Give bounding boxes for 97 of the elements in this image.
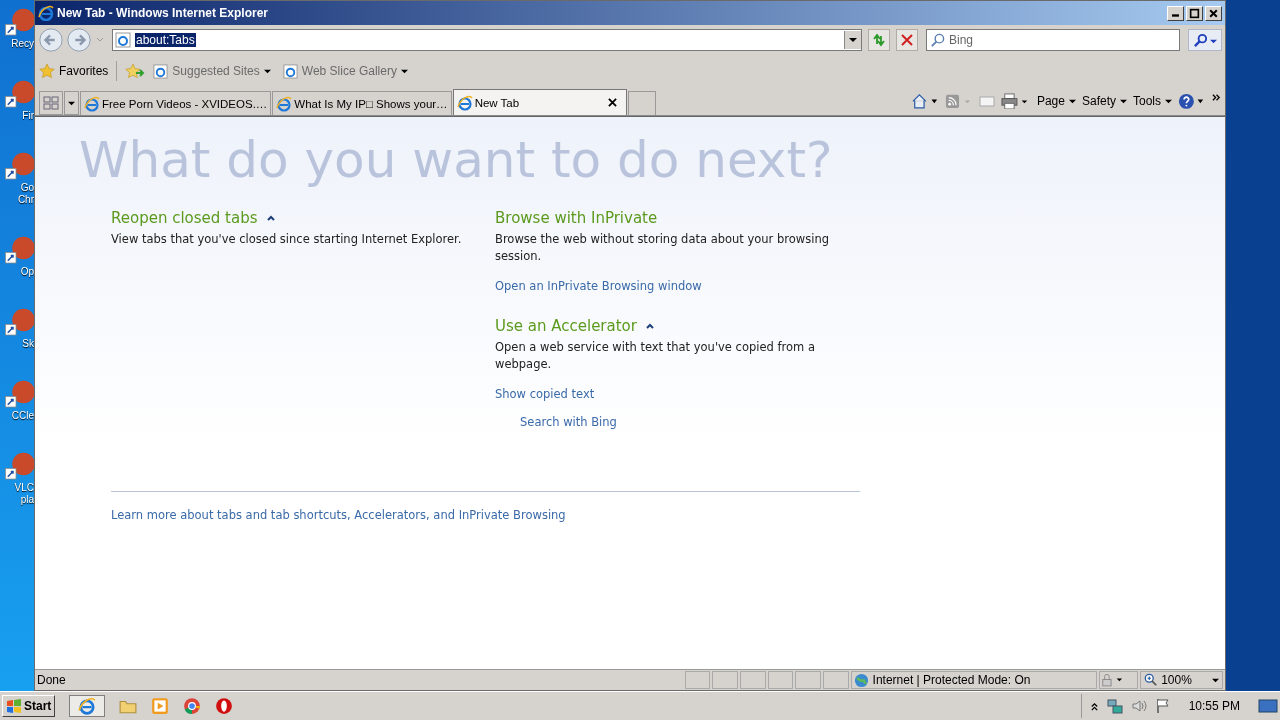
clock: 10:55 PM: [1188, 699, 1240, 713]
browser-tab[interactable]: Free Porn Videos - XVIDEOS.…: [80, 91, 272, 115]
maximize-button[interactable]: [1186, 5, 1203, 21]
minimize-icon: [1172, 13, 1179, 17]
action-link[interactable]: Open an InPrivate Browsing window: [495, 279, 702, 293]
network-icon[interactable]: [1106, 698, 1123, 714]
browser-logo-icon: [78, 697, 97, 715]
chrome-browser-icon[interactable]: [183, 697, 202, 715]
browser-logo-icon: [456, 94, 473, 111]
help-link[interactable]: Learn more about tabs and tab shortcuts, Accelerators, and InPrivate Browsing: [111, 508, 566, 522]
shortcut-icon[interactable]: [4, 452, 34, 482]
section-description: Open a web service with text that you've copied from a webpage.: [495, 339, 816, 373]
zoom-button[interactable]: 100%: [1140, 671, 1223, 689]
close-icon: [899, 32, 915, 48]
windows-logo-icon: [6, 698, 22, 714]
close-icon: [1207, 7, 1220, 19]
shortcut-label: Recy: [10, 38, 34, 50]
dropdown-caret-icon[interactable]: [849, 36, 857, 44]
browser-tab[interactable]: What Is My IP□ Shows your…: [272, 91, 452, 115]
address-field[interactable]: about:Tabs: [112, 29, 862, 51]
close-button[interactable]: [1205, 5, 1222, 21]
status-text: Done: [37, 673, 67, 687]
home-button[interactable]: [910, 92, 939, 110]
page-icon: [115, 32, 131, 48]
caret-icon: [263, 67, 271, 75]
page-icon: [282, 63, 298, 79]
refresh-button[interactable]: [868, 29, 890, 51]
security-zone[interactable]: Internet | Protected Mode: On: [850, 671, 1097, 689]
search-field[interactable]: Bing: [926, 29, 1180, 51]
section-title: Use an Accelerator: [495, 317, 637, 335]
start-button[interactable]: Start: [2, 695, 56, 717]
command-menu[interactable]: Page: [1036, 94, 1076, 108]
stop-button[interactable]: [896, 29, 918, 51]
opera-browser-icon[interactable]: [215, 697, 234, 715]
browser-logo-icon: [276, 95, 293, 112]
status-pane: [684, 671, 711, 689]
shortcut-label: Go Chr: [16, 182, 34, 206]
section-title: Reopen closed tabs: [111, 209, 258, 227]
shortcut-label: Sk: [21, 338, 34, 350]
globe-icon: [853, 672, 869, 688]
search-icon: [930, 33, 945, 48]
show-hidden-icons-button[interactable]: [1089, 701, 1099, 711]
section-description: View tabs that you've closed since starting Internet Explorer.: [111, 231, 463, 248]
minimize-button[interactable]: [1167, 5, 1184, 21]
caret-icon: [68, 99, 75, 107]
more-chevron-icon[interactable]: [1212, 92, 1221, 102]
browser-tab[interactable]: New Tab: [452, 89, 627, 115]
shortcut-icon[interactable]: [4, 80, 34, 110]
status-pane: [795, 671, 821, 689]
command-menu[interactable]: Safety: [1081, 94, 1127, 108]
browser-logo-icon: [84, 95, 100, 112]
shortcut-label: Fir: [21, 110, 34, 122]
page-heading: What do you want to do next?: [79, 130, 834, 191]
status-pane: [740, 671, 766, 689]
caret-icon: [400, 67, 408, 75]
section-title: Browse with InPrivate: [495, 209, 658, 227]
action-link[interactable]: Search with Bing: [520, 415, 617, 429]
window-title: New Tab - Windows Internet Explorer: [57, 6, 269, 20]
status-pane: [767, 671, 794, 689]
shortcut-icon[interactable]: [4, 308, 34, 338]
favorites-link[interactable]: Suggested Sites: [153, 63, 271, 79]
taskbar-browser-button[interactable]: [69, 695, 106, 717]
caret-icon: [1212, 676, 1219, 684]
grid-icon: [43, 95, 59, 111]
refresh-icon: [871, 32, 887, 48]
page-icon: [153, 63, 169, 79]
tab-list-button[interactable]: [64, 91, 79, 115]
browser-logo-icon: [38, 5, 54, 21]
volume-icon[interactable]: [1130, 698, 1147, 714]
shortcut-label: CCle: [10, 410, 34, 422]
favorites-link[interactable]: Web Slice Gallery: [282, 63, 408, 79]
search-icon: [1193, 32, 1208, 48]
shortcut-icon[interactable]: [4, 152, 34, 182]
collapse-caret-icon[interactable]: [265, 214, 276, 222]
shortcut-icon[interactable]: [4, 236, 34, 266]
protected-mode-icon[interactable]: [1099, 672, 1124, 688]
status-pane: [822, 671, 849, 689]
shortcut-icon[interactable]: [4, 8, 34, 38]
section-description: Browse the web without storing data about your browsing session.: [495, 231, 830, 265]
caret-icon: [1120, 97, 1127, 105]
shortcut-icon[interactable]: [4, 380, 34, 410]
close-icon[interactable]: [607, 98, 617, 107]
action-link[interactable]: Show copied text: [495, 387, 595, 401]
zoom-icon: [1144, 673, 1159, 687]
flag-icon[interactable]: [1154, 698, 1171, 714]
collapse-caret-icon[interactable]: [644, 322, 655, 330]
star-icon: [39, 63, 55, 79]
shortcut-label: VLC pla: [13, 482, 34, 506]
search-button[interactable]: [1188, 29, 1222, 51]
shortcut-label: Op: [19, 266, 34, 278]
command-menu[interactable]: Tools: [1133, 94, 1172, 108]
show-desktop-button[interactable]: [1258, 698, 1278, 714]
maximize-icon: [1188, 7, 1201, 19]
status-pane: [712, 671, 739, 689]
caret-icon: [1165, 97, 1172, 105]
favorites-button[interactable]: Favorites: [39, 63, 109, 79]
caret-icon: [1068, 97, 1076, 105]
